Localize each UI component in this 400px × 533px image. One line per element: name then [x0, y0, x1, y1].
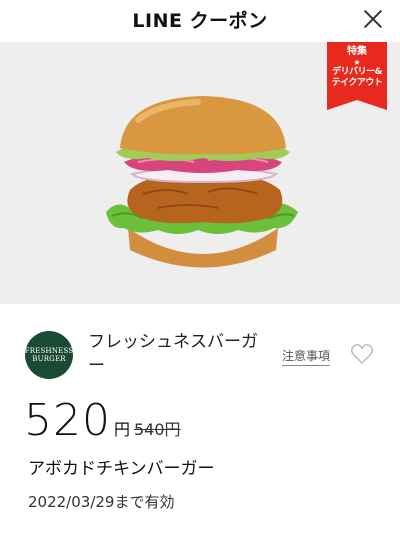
brand-logo: FRESHNESS BURGER — [25, 331, 73, 379]
badge-line-2: テイクアウト — [331, 78, 383, 88]
validity-date: 2022/03/29まで有効 — [28, 493, 175, 511]
header-title: LINE クーポン — [132, 10, 268, 32]
feature-badge: 特集 ★ デリバリー& テイクアウト — [327, 42, 387, 110]
price-yen: 円 — [113, 420, 130, 439]
current-price: 520 — [24, 395, 111, 446]
close-icon[interactable] — [362, 8, 384, 30]
logo-line-2: BURGER — [32, 355, 66, 363]
heart-icon[interactable] — [350, 343, 374, 365]
price-row: 520 円 540円 — [24, 395, 181, 446]
brand-name: フレッシュネスバーガー — [88, 332, 258, 376]
badge-line-1: デリバリー& — [332, 67, 382, 77]
product-image: 特集 ★ デリバリー& テイクアウト — [0, 42, 400, 304]
product-name: アボカドチキンバーガー — [28, 459, 215, 479]
badge-star: ★ — [353, 58, 361, 67]
badge-top-label: 特集 — [347, 46, 367, 57]
notes-link[interactable]: 注意事項 — [282, 347, 331, 366]
original-price: 540円 — [134, 420, 181, 439]
logo-line-1: FRESHNESS — [24, 347, 74, 355]
burger-image — [106, 96, 298, 268]
header-bar: LINE クーポン — [0, 0, 400, 40]
